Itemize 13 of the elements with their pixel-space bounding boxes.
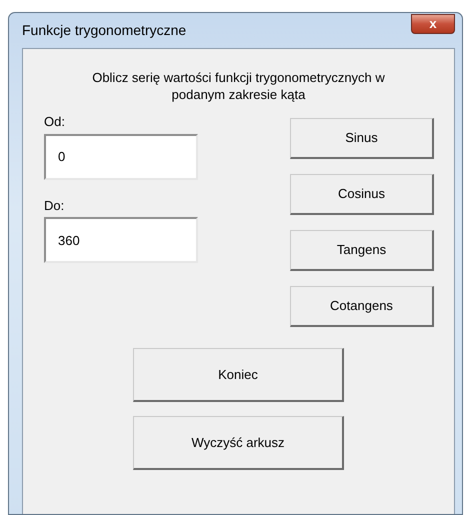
window-title: Funkcje trygonometryczne [22, 21, 186, 40]
input-field[interactable]: 0 [44, 134, 198, 180]
input-field[interactable]: 360 [44, 217, 198, 263]
action-button[interactable]: Koniec [133, 348, 344, 402]
field-label: Do: [44, 196, 66, 214]
action-button[interactable]: Wyczyść arkusz [133, 416, 344, 470]
function-button[interactable]: Cotangens [290, 286, 434, 327]
function-button[interactable]: Sinus [290, 118, 434, 159]
function-button[interactable]: Cosinus [290, 174, 434, 215]
close-button[interactable]: x [411, 14, 455, 34]
function-button[interactable]: Tangens [290, 230, 434, 271]
description-text: Oblicz serię wartości funkcji trygonometrycznych w podanym zakresie kąta [91, 69, 386, 103]
field-label: Od: [44, 113, 66, 131]
